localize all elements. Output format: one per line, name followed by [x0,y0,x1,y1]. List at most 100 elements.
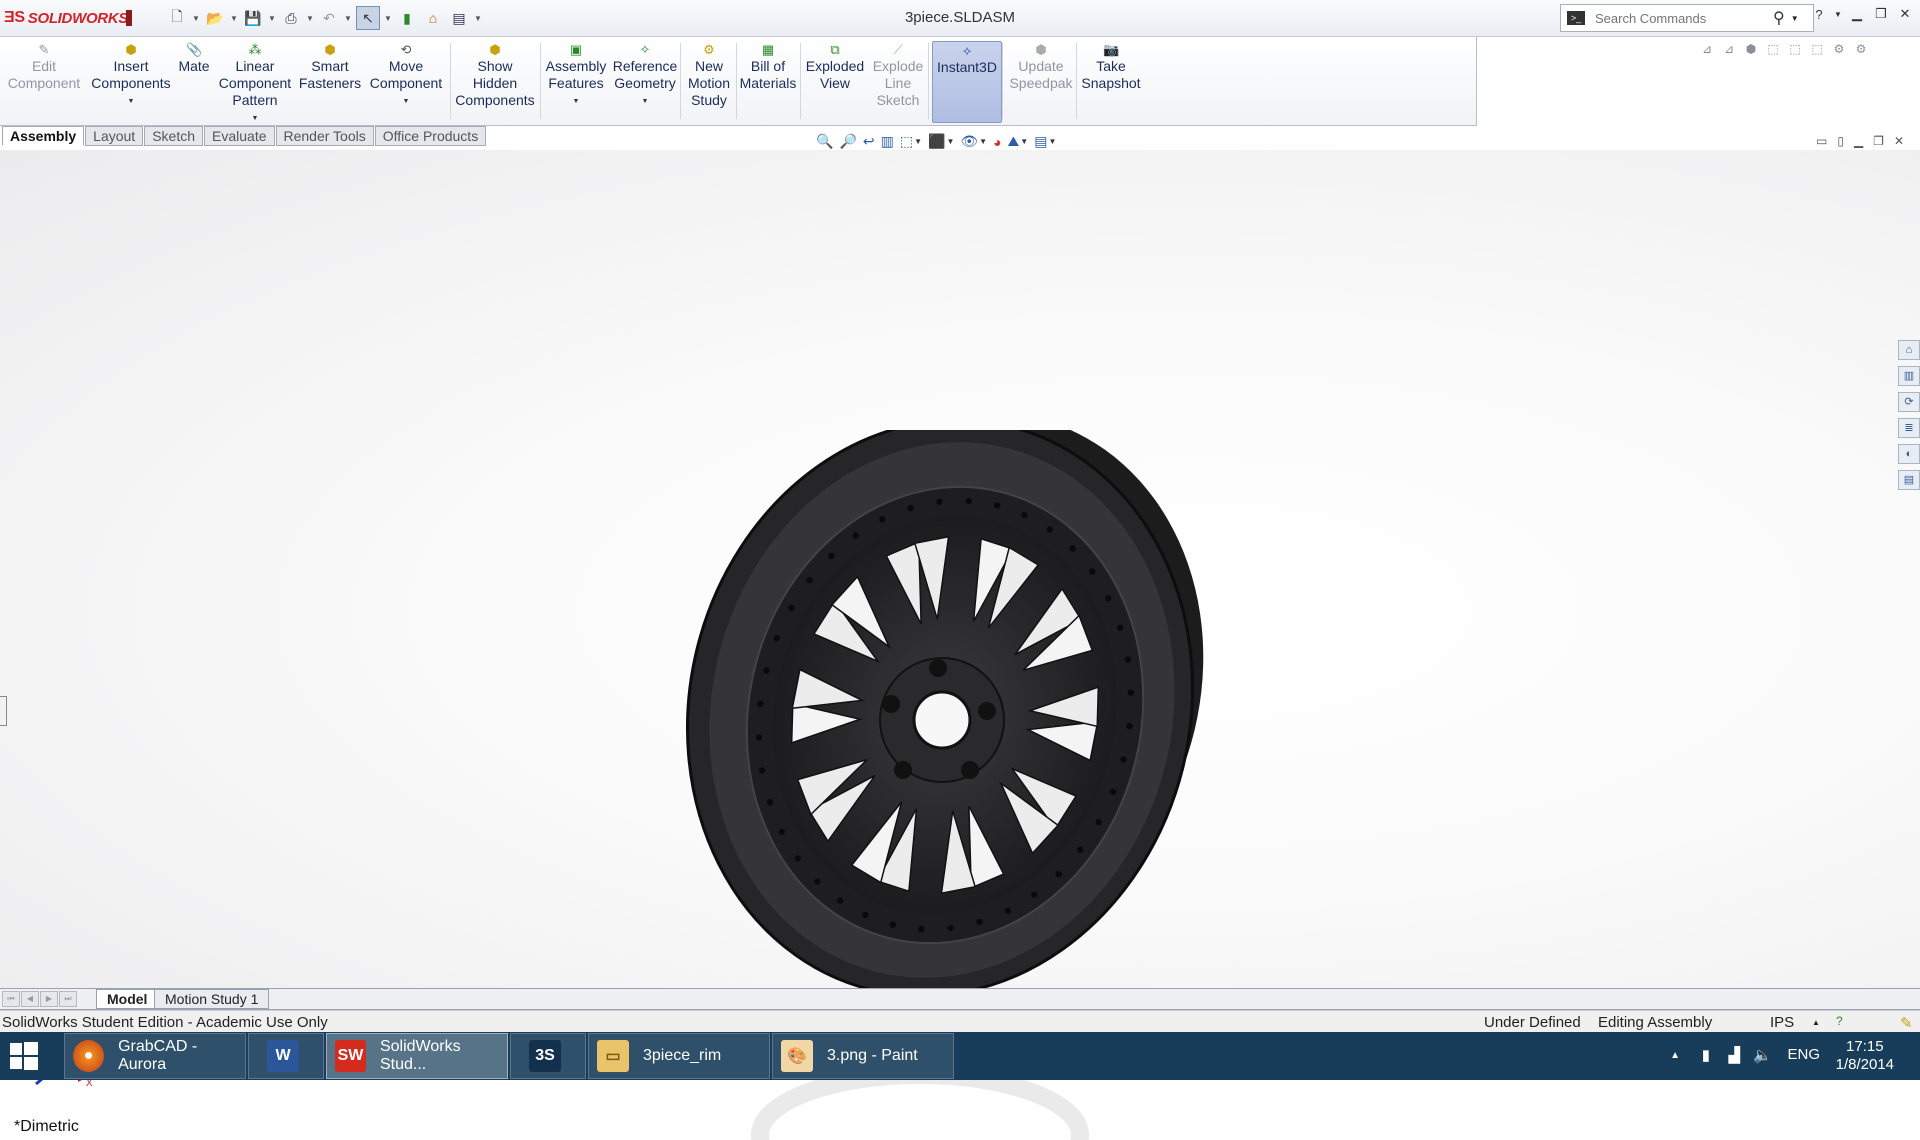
home-icon[interactable]: ⌂ [1898,340,1920,360]
file-explorer-icon[interactable]: ⟳ [1898,392,1920,412]
appearances-icon[interactable]: ◐ [1898,444,1920,464]
tab-motion-study-1[interactable]: Motion Study 1 [154,989,270,1009]
chevron-down-icon[interactable]: ▼ [1048,137,1056,146]
clock[interactable]: 17:15 1/8/2014 [1836,1038,1894,1074]
component-icon[interactable]: ⬢ [1742,42,1760,58]
network-icon[interactable]: ▟ [1728,1046,1740,1064]
restore-icon[interactable]: ❐ [1873,134,1884,148]
assembly-features-button[interactable]: ▣ Assembly Features ▼ [544,41,608,121]
minimize-icon[interactable]: ▁ [1854,134,1863,148]
tab-sketch[interactable]: Sketch [144,126,204,146]
rebuild-status-icon[interactable]: ✎ [1900,1014,1913,1032]
edit-component-button[interactable]: ✎ Edit Component [6,41,82,121]
reference-geometry-button[interactable]: ✧ Reference Geometry ▼ [612,41,678,121]
display-style-icon[interactable]: ⬛ [928,133,945,150]
bill-of-materials-button[interactable]: ▦ Bill of Materials [738,41,798,121]
tile-vertical-icon[interactable]: ▯ [1837,134,1844,148]
first-tab-icon[interactable]: ⏮ [2,991,20,1007]
chevron-down-icon[interactable]: ▼ [946,137,954,146]
help-icon[interactable]: ? [1810,7,1828,22]
taskbar-item-3ds[interactable]: 3S [510,1033,586,1079]
sketch-icon[interactable]: ⊿ [1698,42,1716,58]
insert-components-button[interactable]: ⬢ Insert Components ▼ [88,41,174,121]
new-motion-study-button[interactable]: ⚙ New Motion Study [684,41,734,121]
show-hidden-icons-icon[interactable]: ▲ [1670,1050,1680,1061]
custom-properties-icon[interactable]: ▤ [1898,470,1920,490]
chevron-down-icon[interactable]: ▼ [344,14,352,23]
rebuild-icon[interactable]: ▮ [396,7,418,29]
layout-icon[interactable]: ⬚ [1808,42,1826,58]
undo-icon[interactable]: ↶ [318,7,340,29]
chevron-down-icon[interactable]: ▼ [1791,14,1799,23]
search-icon[interactable]: ⚲ [1773,8,1785,28]
chevron-down-icon[interactable]: ▼ [306,14,314,23]
device-icon[interactable]: ▮ [1702,1046,1710,1064]
chevron-down-icon[interactable]: ▼ [268,14,276,23]
volume-icon[interactable]: 🔈 [1753,1046,1772,1064]
prev-tab-icon[interactable]: ◀ [21,991,39,1007]
help-status-icon[interactable]: ? [1836,1014,1843,1028]
chevron-down-icon[interactable]: ▼ [366,93,446,110]
linear-component-pattern-button[interactable]: ⁂ Linear Component Pattern ▼ [216,41,294,123]
smart-dimension-icon[interactable]: ⊿ [1720,42,1738,58]
chevron-down-icon[interactable]: ▼ [230,14,238,23]
file-properties-icon[interactable]: ⌂ [422,7,444,29]
tab-office-products[interactable]: Office Products [374,126,487,146]
tab-render-tools[interactable]: Render Tools [275,126,374,146]
solidworks-logo[interactable]: ƎS SOLIDWORKS [4,8,128,28]
view-icon[interactable]: ⬚ [1764,42,1782,58]
chevron-down-icon[interactable]: ▼ [474,14,482,23]
tools-icon[interactable]: ⚙ [1830,42,1848,58]
update-speedpak-button[interactable]: ⬢ Update Speedpak [1006,41,1076,121]
tab-assembly[interactable]: Assembly [2,126,85,146]
chevron-down-icon[interactable]: ▼ [88,93,174,110]
last-tab-icon[interactable]: ⏭ [59,991,77,1007]
save-icon[interactable]: 💾 [242,7,264,29]
feature-manager-handle[interactable] [0,696,7,726]
graphics-area[interactable]: /* bolts drawn below */ ⌂ ▥ ⟳ ≣ ◐ ▤ Y X … [0,150,1920,1140]
view-settings-icon[interactable]: ▤ [1034,133,1047,150]
previous-view-icon[interactable]: ↩ [863,133,875,150]
taskbar-item-grabcad[interactable]: ● GrabCAD - Aurora [64,1033,246,1079]
edit-appearance-icon[interactable]: ◕ [993,134,1001,150]
minimize-icon[interactable]: ▁ [1848,6,1866,22]
explode-line-sketch-button[interactable]: ⟋ Explode Line Sketch [870,41,926,121]
settings-icon[interactable]: ⚙ [1852,42,1870,58]
taskbar-item-word[interactable]: W [248,1033,324,1079]
chevron-down-icon[interactable]: ▼ [216,110,294,127]
chevron-down-icon[interactable]: ▼ [544,93,608,110]
close-icon[interactable]: ✕ [1896,6,1914,22]
open-folder-icon[interactable]: 📂 [204,7,226,29]
chevron-down-icon[interactable]: ▼ [384,14,392,23]
design-library-icon[interactable]: ▥ [1898,366,1920,386]
chevron-down-icon[interactable]: ▼ [914,137,922,146]
units-selector[interactable]: IPS [1770,1014,1794,1031]
tile-horizontal-icon[interactable]: ▭ [1816,134,1827,148]
print-icon[interactable]: ⎙ [280,7,302,29]
restore-icon[interactable]: ❐ [1872,6,1890,22]
mate-button[interactable]: 📎 Mate [176,41,212,121]
options-icon[interactable]: ▤ [448,7,470,29]
chevron-down-icon[interactable]: ▼ [192,14,200,23]
smart-fasteners-button[interactable]: ⬢ Smart Fasteners [298,41,362,121]
tab-model[interactable]: Model [96,989,159,1009]
close-icon[interactable]: ✕ [1894,134,1904,148]
menu-flyout-arrow[interactable] [126,10,132,26]
taskbar-item-folder[interactable]: ▭ 3piece_rim [588,1033,770,1079]
chevron-down-icon[interactable]: ▼ [612,93,678,110]
move-component-button[interactable]: ⟲ Move Component ▼ [366,41,446,121]
search-input[interactable] [1593,9,1767,27]
chevron-down-icon[interactable]: ▼ [1020,137,1028,146]
chevron-down-icon[interactable]: ▼ [979,137,987,146]
view-orientation-icon[interactable]: ⬚ [900,133,913,150]
tab-evaluate[interactable]: Evaluate [204,126,275,146]
zoom-to-area-icon[interactable]: 🔎 [839,133,856,150]
chevron-down-icon[interactable]: ▼ [1834,10,1842,19]
next-tab-icon[interactable]: ▶ [40,991,58,1007]
apply-scene-icon[interactable]: ⛰ [1008,133,1020,150]
show-hidden-components-button[interactable]: ⬢ Show Hidden Components [452,41,538,121]
search-commands-box[interactable]: >_ ⚲ ▼ [1560,4,1814,32]
instant3d-button[interactable]: ⟡ Instant3D [932,41,1002,123]
exploded-view-button[interactable]: ⧉ Exploded View [802,41,868,121]
display-icon[interactable]: ⬚ [1786,42,1804,58]
